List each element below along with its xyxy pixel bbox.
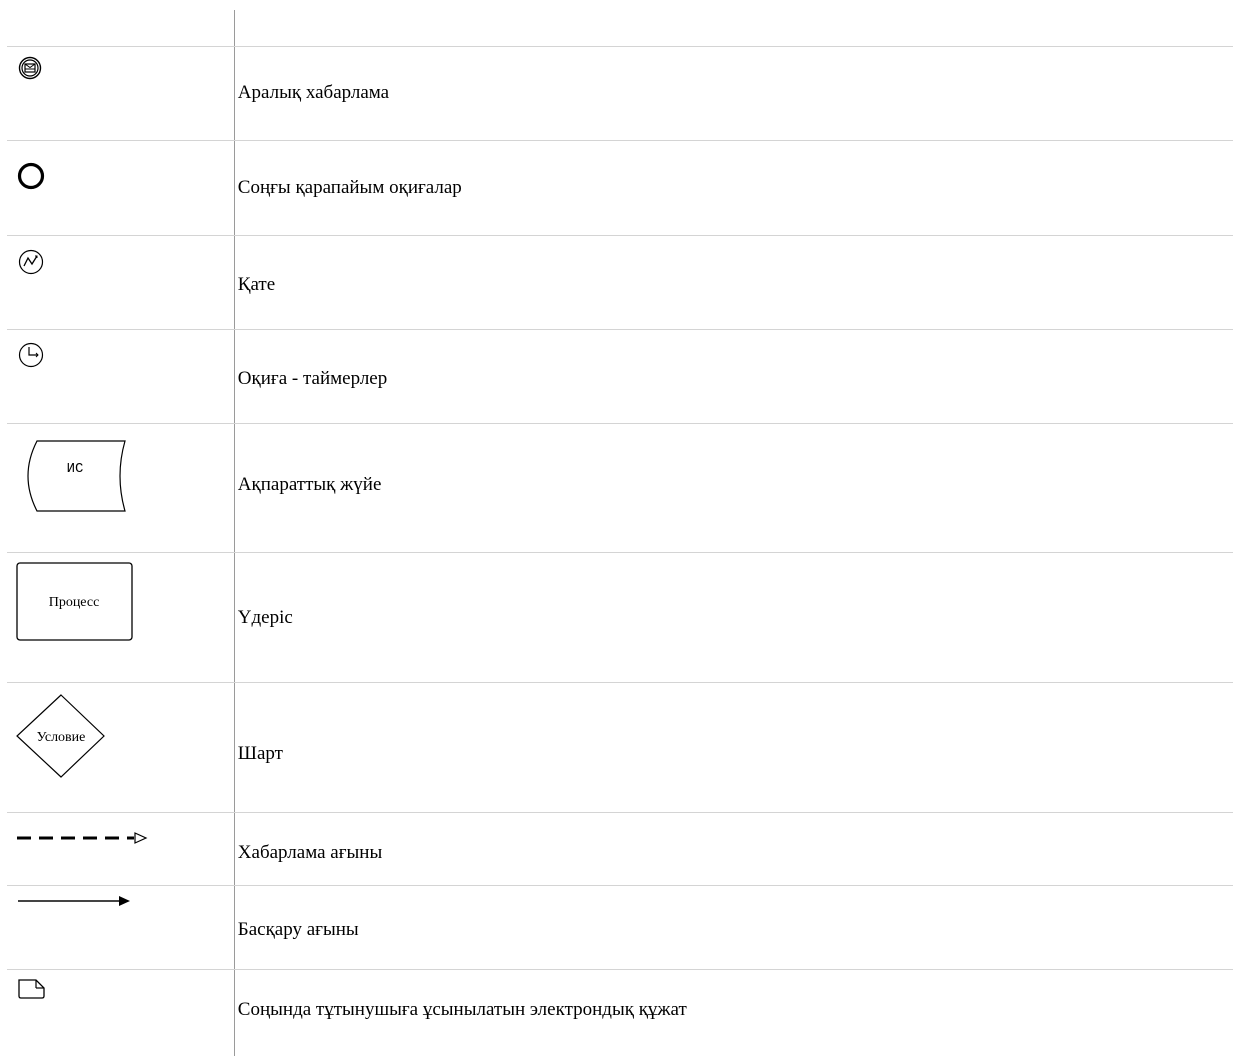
header-icon-cell — [7, 10, 235, 47]
legend-label: Соңғы қарапайым оқиғалар — [237, 176, 462, 198]
legend-label: Ақпараттық жүйе — [237, 473, 382, 495]
legend-row: Аралық хабарлама — [7, 46, 1233, 141]
message-flow-icon — [16, 831, 148, 845]
legend-header-row — [7, 10, 1233, 47]
end-event-icon — [17, 162, 45, 190]
legend-table: Аралық хабарлама Соңғы қарапайым оқиғала… — [7, 10, 1233, 1056]
legend-label: Үдеріс — [237, 606, 293, 628]
legend-row: Хабарлама ағыны — [7, 812, 1233, 886]
process-icon-text: Процесс — [49, 595, 100, 610]
error-icon — [18, 249, 44, 275]
intermediate-message-icon — [18, 56, 42, 80]
electronic-document-icon — [16, 978, 50, 1000]
legend-row: Процесс Үдеріс — [7, 552, 1233, 683]
legend-label: Соңында тұтынушыға ұсынылатын электронды… — [237, 998, 687, 1020]
process-icon: Процесс — [16, 561, 134, 642]
legend-row: Қате — [7, 235, 1233, 330]
legend-row: Соңында тұтынушыға ұсынылатын электронды… — [7, 969, 1233, 1056]
legend-label: Аралық хабарлама — [237, 81, 390, 103]
legend-row: Оқиға - таймерлер — [7, 329, 1233, 424]
condition-icon-text: Условие — [37, 730, 86, 745]
header-text-cell — [234, 10, 1233, 47]
information-system-icon: ИС — [15, 438, 133, 514]
information-system-icon-text: ИС — [67, 461, 84, 477]
legend-label: Басқару ағыны — [237, 918, 359, 940]
legend-label: Шарт — [237, 742, 283, 764]
legend-row: Басқару ағыны — [7, 885, 1233, 970]
legend-row: ИС Үдеріс Ақпараттық жүйе — [7, 423, 1233, 553]
legend-row: Условие Шарт — [7, 682, 1233, 813]
legend-label: Хабарлама ағыны — [237, 841, 383, 863]
timer-event-icon — [18, 342, 44, 368]
control-flow-icon — [16, 894, 132, 908]
legend-label: Оқиға - таймерлер — [237, 367, 388, 389]
legend-row: Соңғы қарапайым оқиғалар — [7, 140, 1233, 236]
condition-icon: Условие — [15, 693, 107, 779]
legend-label: Қате — [237, 273, 276, 295]
